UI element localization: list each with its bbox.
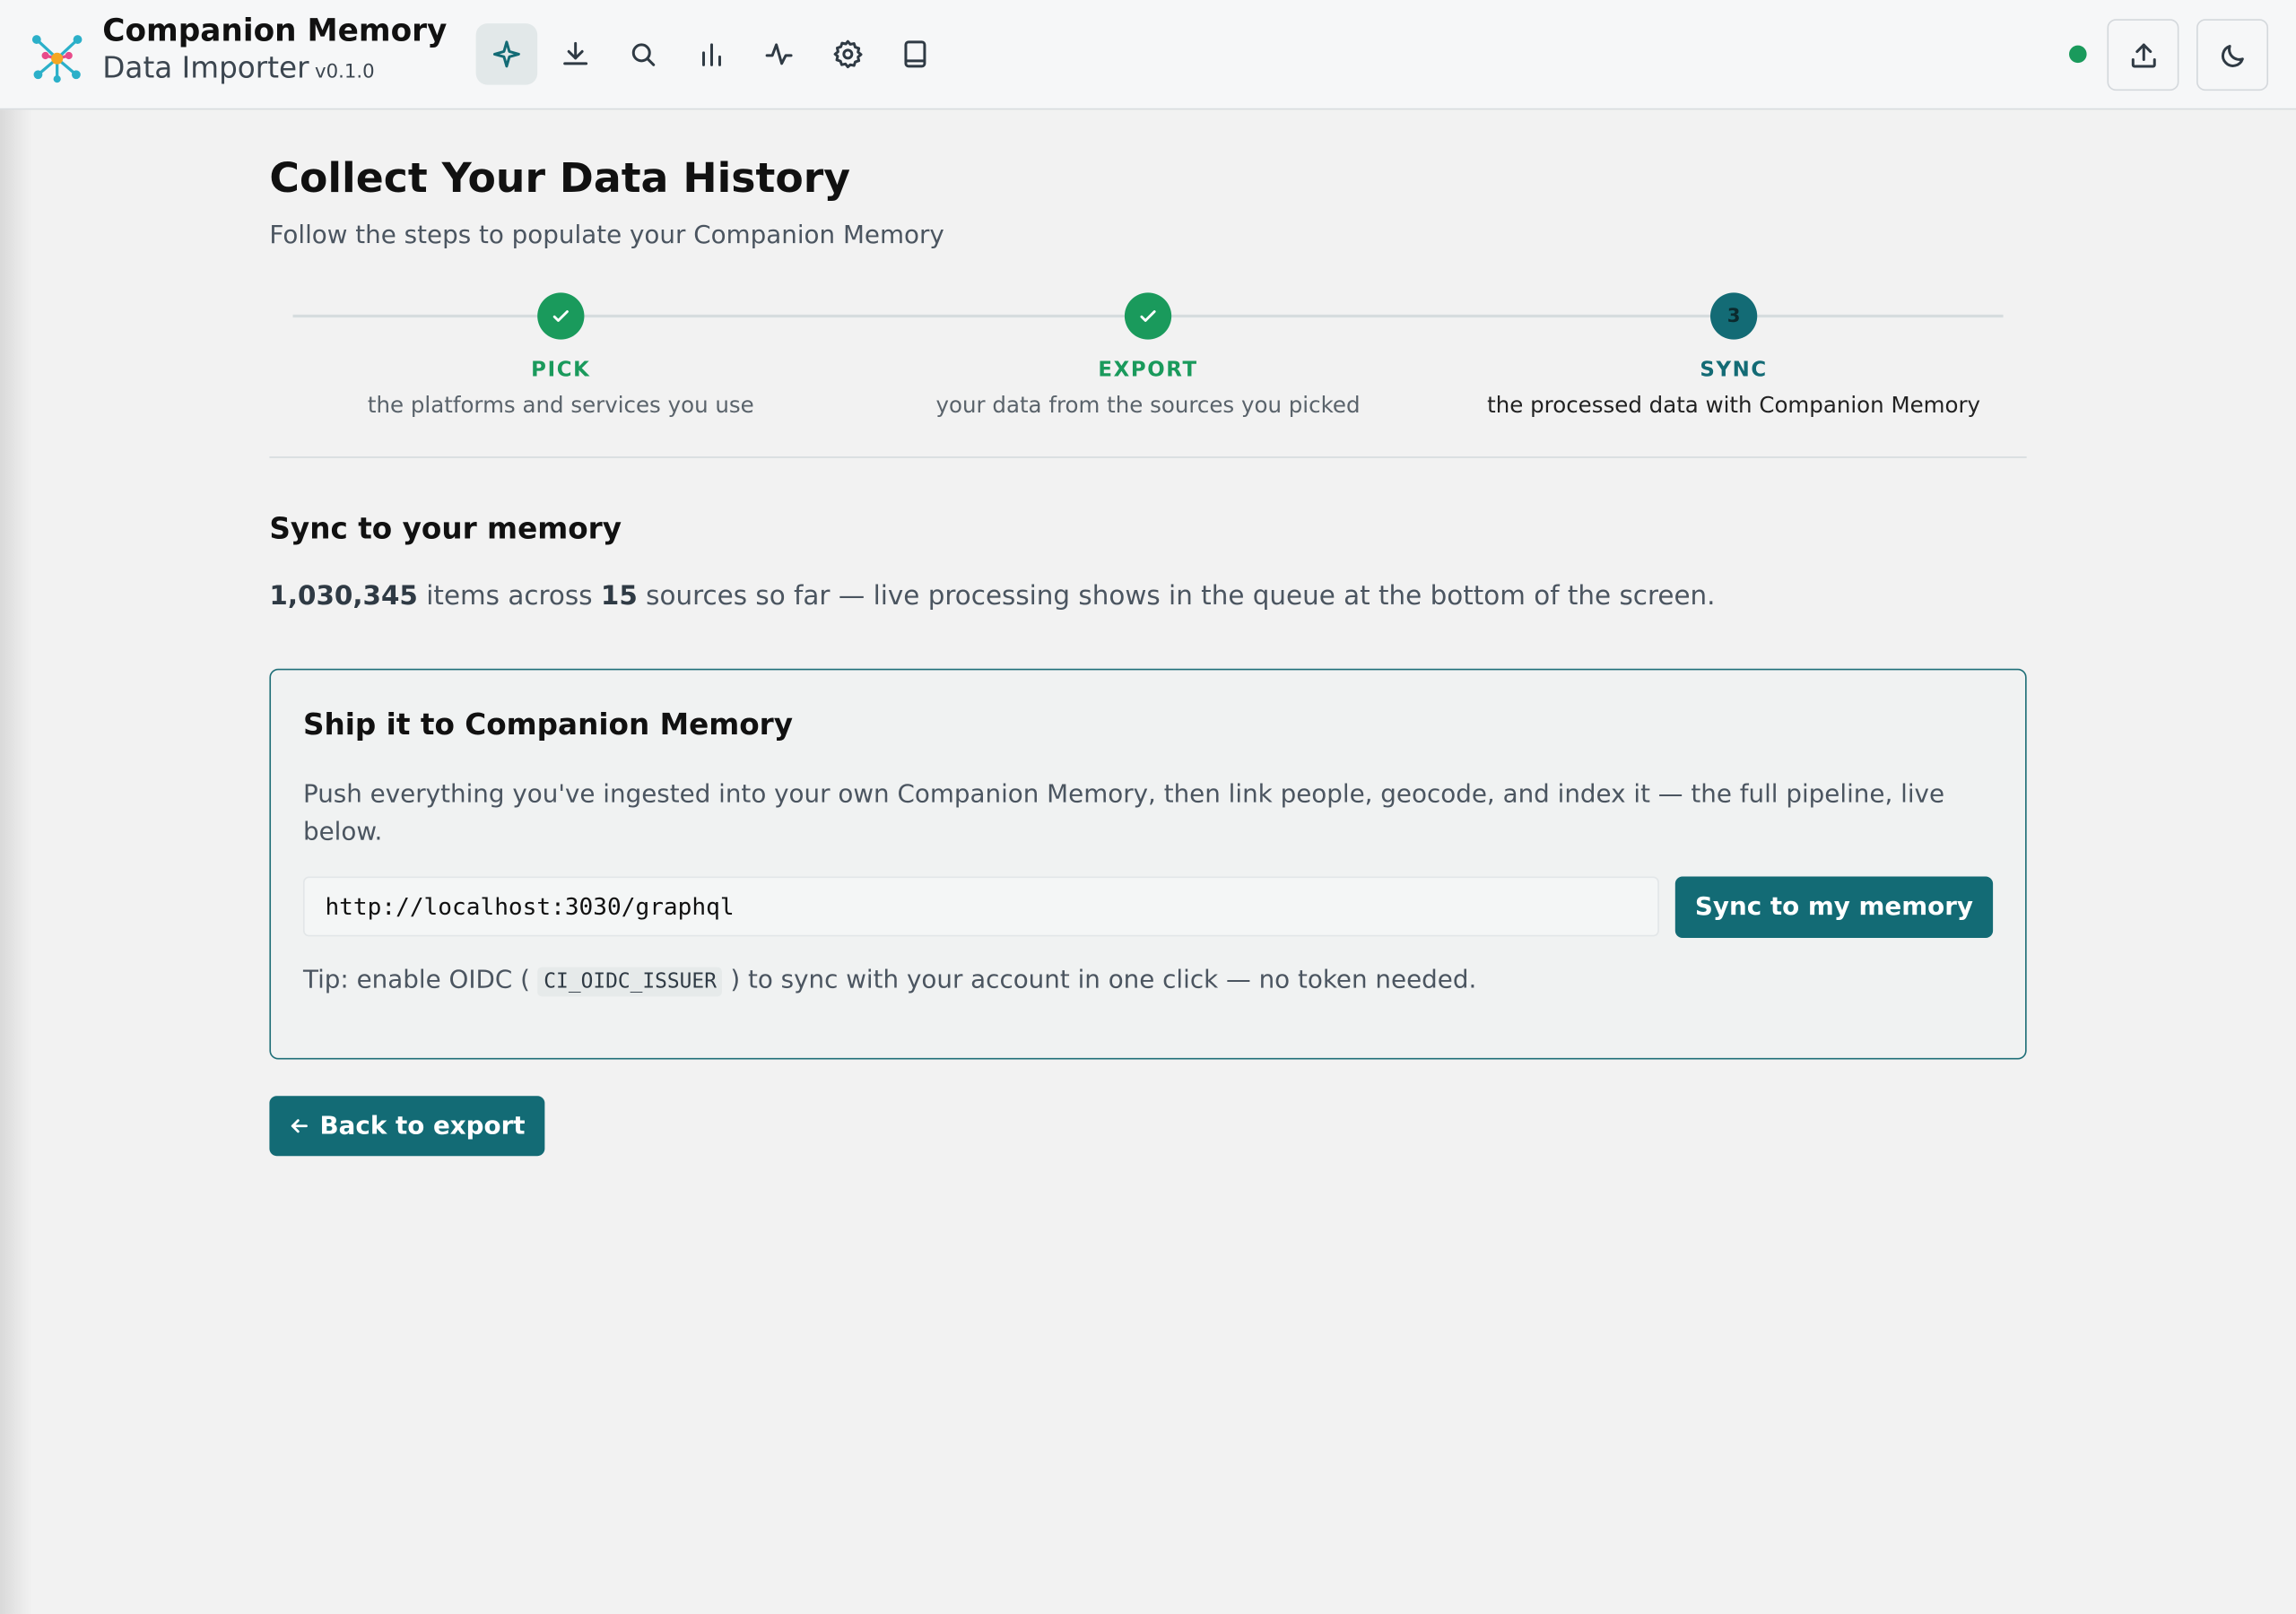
sources-text: sources so far — live processing shows i… (646, 580, 1716, 612)
items-count: 1,030,345 (269, 580, 418, 612)
back-to-export-button[interactable]: Back to export (269, 1096, 545, 1157)
app-subtitle-text: Data Importer (102, 49, 309, 85)
section-divider (269, 456, 2027, 458)
app-title: Companion Memory (102, 13, 448, 48)
step-sync-label: SYNC (1700, 358, 1768, 382)
theme-toggle-button[interactable] (2196, 19, 2269, 91)
sources-count: 15 (600, 580, 638, 612)
ingest-stats: 1,030,345 items across 15 sources so far… (269, 581, 1715, 612)
page-title: Collect Your Data History (269, 153, 851, 203)
tip-env-var: CI_OIDC_ISSUER (537, 967, 723, 997)
step-pick-check-icon (537, 292, 585, 340)
left-edge-shadow (0, 109, 32, 1614)
upload-button[interactable] (2107, 19, 2179, 91)
section-title: Sync to your memory (269, 510, 622, 546)
sync-to-memory-button[interactable]: Sync to my memory (1674, 876, 1994, 939)
top-bar: Companion Memory Data Importer v0.1.0 (0, 0, 2296, 110)
step-sync-description: the processed data with Companion Memory (1487, 392, 1981, 419)
sync-card-title: Ship it to Companion Memory (302, 707, 794, 742)
connection-status-indicator (2069, 45, 2087, 64)
sync-card-description: Push everything you've ingested into you… (302, 779, 1945, 847)
step-pick-description: the platforms and services you use (367, 392, 754, 419)
step-export-description: your data from the sources you picked (935, 392, 1361, 419)
endpoint-url-input[interactable] (302, 876, 1659, 937)
upload-icon (2130, 42, 2155, 67)
nav-search-icon[interactable] (612, 23, 674, 85)
app-subtitle: Data Importer v0.1.0 (102, 49, 374, 84)
step-export-check-icon (1124, 292, 1172, 340)
back-to-export-label: Back to export (319, 1111, 526, 1141)
nav-bar-chart-icon[interactable] (681, 23, 743, 85)
sync-card: Ship it to Companion Memory Push everyth… (269, 668, 2027, 1060)
moon-icon (2221, 44, 2244, 67)
step-pick-label: PICK (531, 358, 591, 382)
tip-prefix: Tip: enable OIDC ( (302, 966, 530, 995)
app-version: v0.1.0 (315, 61, 375, 84)
app-logo (31, 35, 83, 83)
nav-download-icon[interactable] (544, 23, 606, 85)
oidc-tip: Tip: enable OIDC ( CI_OIDC_ISSUER ) to s… (302, 966, 1477, 997)
app-window: Companion Memory Data Importer v0.1.0 Co… (0, 0, 2296, 1614)
nav-book-icon[interactable] (884, 23, 946, 85)
nav-activity-icon[interactable] (748, 23, 810, 85)
nav-sparkle-icon[interactable] (475, 23, 538, 85)
page-subtitle: Follow the steps to populate your Compan… (269, 221, 944, 251)
arrow-left-icon (291, 1119, 309, 1133)
tip-suffix: ) to sync with your account in one click… (730, 966, 1477, 995)
nav-gear-icon[interactable] (817, 23, 879, 85)
step-sync-number: 3 (1709, 292, 1758, 340)
items-text: items across (426, 580, 593, 612)
step-export-label: EXPORT (1098, 358, 1198, 382)
